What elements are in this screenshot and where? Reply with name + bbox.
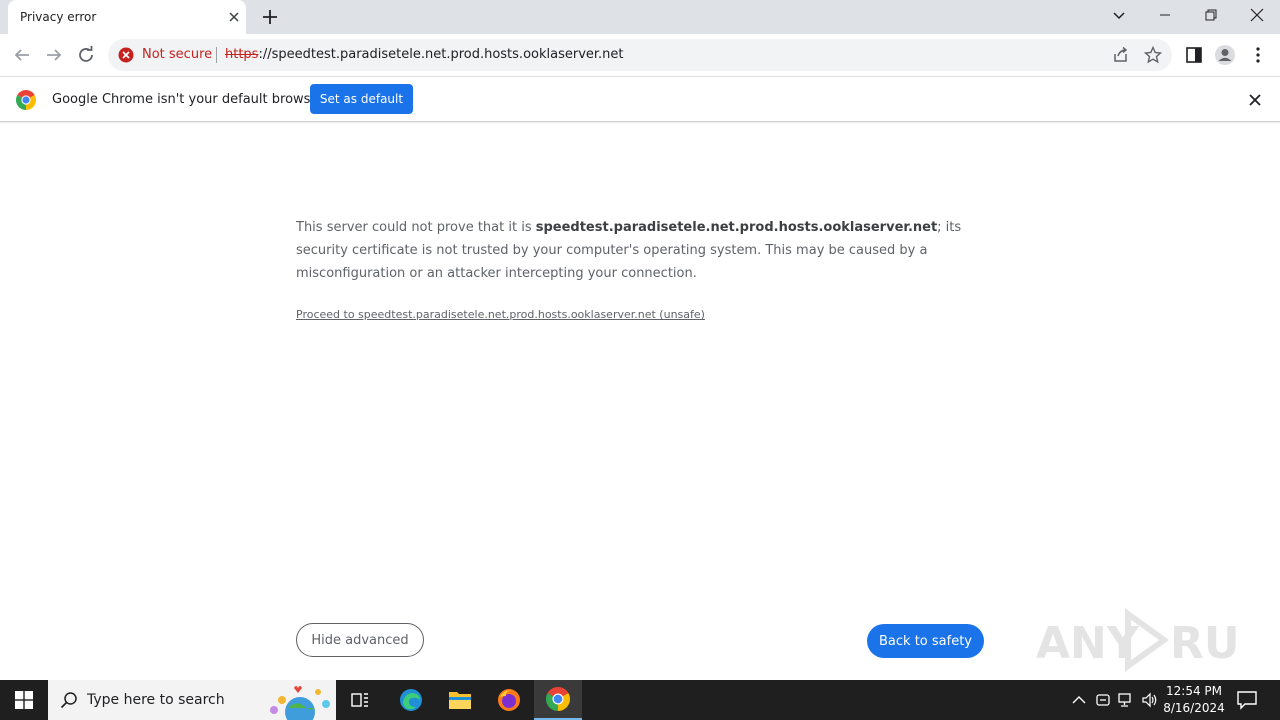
arrow-right-icon bbox=[47, 49, 62, 61]
firefox-taskbar-button[interactable] bbox=[485, 680, 533, 720]
share-icon[interactable] bbox=[1112, 46, 1130, 64]
taskbar-search-box[interactable]: Type here to search bbox=[48, 680, 336, 720]
chrome-logo-icon bbox=[16, 90, 36, 110]
browser-toolbar: Not secure https://speedtest.paradisetel… bbox=[0, 34, 1280, 76]
search-placeholder: Type here to search bbox=[87, 692, 225, 708]
address-bar[interactable]: Not secure https://speedtest.paradisetel… bbox=[108, 39, 1172, 71]
windows-logo-icon bbox=[15, 691, 33, 709]
close-tab-icon[interactable] bbox=[226, 9, 242, 25]
restore-button[interactable] bbox=[1188, 0, 1234, 30]
restore-icon bbox=[1205, 9, 1217, 21]
folder-icon bbox=[449, 692, 471, 709]
reload-icon bbox=[79, 46, 93, 62]
close-window-button[interactable] bbox=[1234, 0, 1280, 30]
anyrun-watermark-logo: ANY RUN bbox=[1036, 608, 1236, 672]
url-text[interactable]: https://speedtest.paradisetele.net.prod.… bbox=[225, 47, 624, 62]
windows-taskbar: Type here to search 12:54 PM 8/16/2024 bbox=[0, 680, 1280, 720]
proceed-unsafe-link[interactable]: Proceed to speedtest.paradisetele.net.pr… bbox=[296, 308, 705, 321]
task-view-button[interactable] bbox=[336, 680, 384, 720]
explanation-prefix: This server could not prove that it is bbox=[296, 220, 536, 235]
svg-text:RUN: RUN bbox=[1170, 618, 1236, 669]
network-icon[interactable] bbox=[1117, 691, 1135, 709]
error-icon[interactable] bbox=[118, 47, 134, 63]
svg-text:ANY: ANY bbox=[1036, 618, 1140, 669]
new-tab-icon[interactable] bbox=[261, 8, 279, 26]
arrow-left-icon bbox=[14, 49, 29, 61]
omnibox-divider bbox=[216, 47, 217, 63]
close-icon[interactable] bbox=[1247, 92, 1263, 108]
chevron-down-icon bbox=[1113, 12, 1125, 20]
back-to-safety-button[interactable]: Back to safety bbox=[867, 624, 984, 658]
tab-privacy-error[interactable]: Privacy error bbox=[8, 0, 246, 34]
notifications-icon[interactable] bbox=[1236, 690, 1258, 710]
tab-strip: Privacy error bbox=[0, 0, 1280, 34]
default-browser-infobar: Google Chrome isn't your default browser… bbox=[0, 76, 1280, 122]
bookmark-star-icon[interactable] bbox=[1144, 46, 1162, 64]
edge-browser-icon bbox=[400, 689, 422, 711]
error-explanation: This server could not prove that it is s… bbox=[296, 216, 986, 285]
tab-title: Privacy error bbox=[20, 10, 97, 24]
task-view-icon bbox=[351, 693, 368, 707]
chevron-up-icon[interactable] bbox=[1070, 691, 1088, 709]
infobar-message: Google Chrome isn't your default browser bbox=[52, 92, 324, 107]
clock-date: 8/16/2024 bbox=[1163, 701, 1225, 715]
close-icon bbox=[1250, 8, 1264, 22]
volume-icon[interactable] bbox=[1141, 691, 1159, 709]
firefox-icon bbox=[498, 689, 520, 711]
clock-time: 12:54 PM bbox=[1166, 684, 1222, 698]
back-button[interactable] bbox=[11, 44, 33, 66]
reload-button[interactable] bbox=[75, 44, 97, 66]
search-highlight-illustration-icon bbox=[270, 686, 330, 720]
forward-button[interactable] bbox=[43, 44, 65, 66]
meet-now-icon[interactable] bbox=[1094, 691, 1112, 709]
url-host: ://speedtest.paradisetele.net.prod.hosts… bbox=[258, 47, 624, 62]
taskbar-clock[interactable]: 12:54 PM 8/16/2024 bbox=[1160, 683, 1228, 717]
edge-taskbar-button[interactable] bbox=[387, 680, 435, 720]
hide-advanced-button[interactable]: Hide advanced bbox=[296, 623, 424, 657]
chrome-taskbar-button[interactable] bbox=[534, 680, 582, 720]
side-panel-icon[interactable] bbox=[1184, 45, 1204, 65]
set-as-default-button[interactable]: Set as default bbox=[310, 84, 413, 114]
more-menu-icon[interactable] bbox=[1248, 45, 1268, 65]
start-button[interactable] bbox=[0, 680, 48, 720]
minimize-button[interactable] bbox=[1142, 0, 1188, 30]
url-scheme: https bbox=[225, 47, 259, 62]
profile-avatar-icon[interactable] bbox=[1215, 45, 1235, 65]
chrome-icon bbox=[546, 687, 570, 711]
server-host: speedtest.paradisetele.net.prod.hosts.oo… bbox=[535, 220, 938, 235]
interstitial-details: This server could not prove that it is s… bbox=[296, 216, 986, 285]
file-explorer-taskbar-button[interactable] bbox=[436, 680, 484, 720]
security-status[interactable]: Not secure bbox=[142, 47, 212, 62]
minimize-icon bbox=[1160, 14, 1170, 16]
search-icon bbox=[60, 692, 77, 709]
tab-search-button[interactable] bbox=[1096, 0, 1142, 30]
